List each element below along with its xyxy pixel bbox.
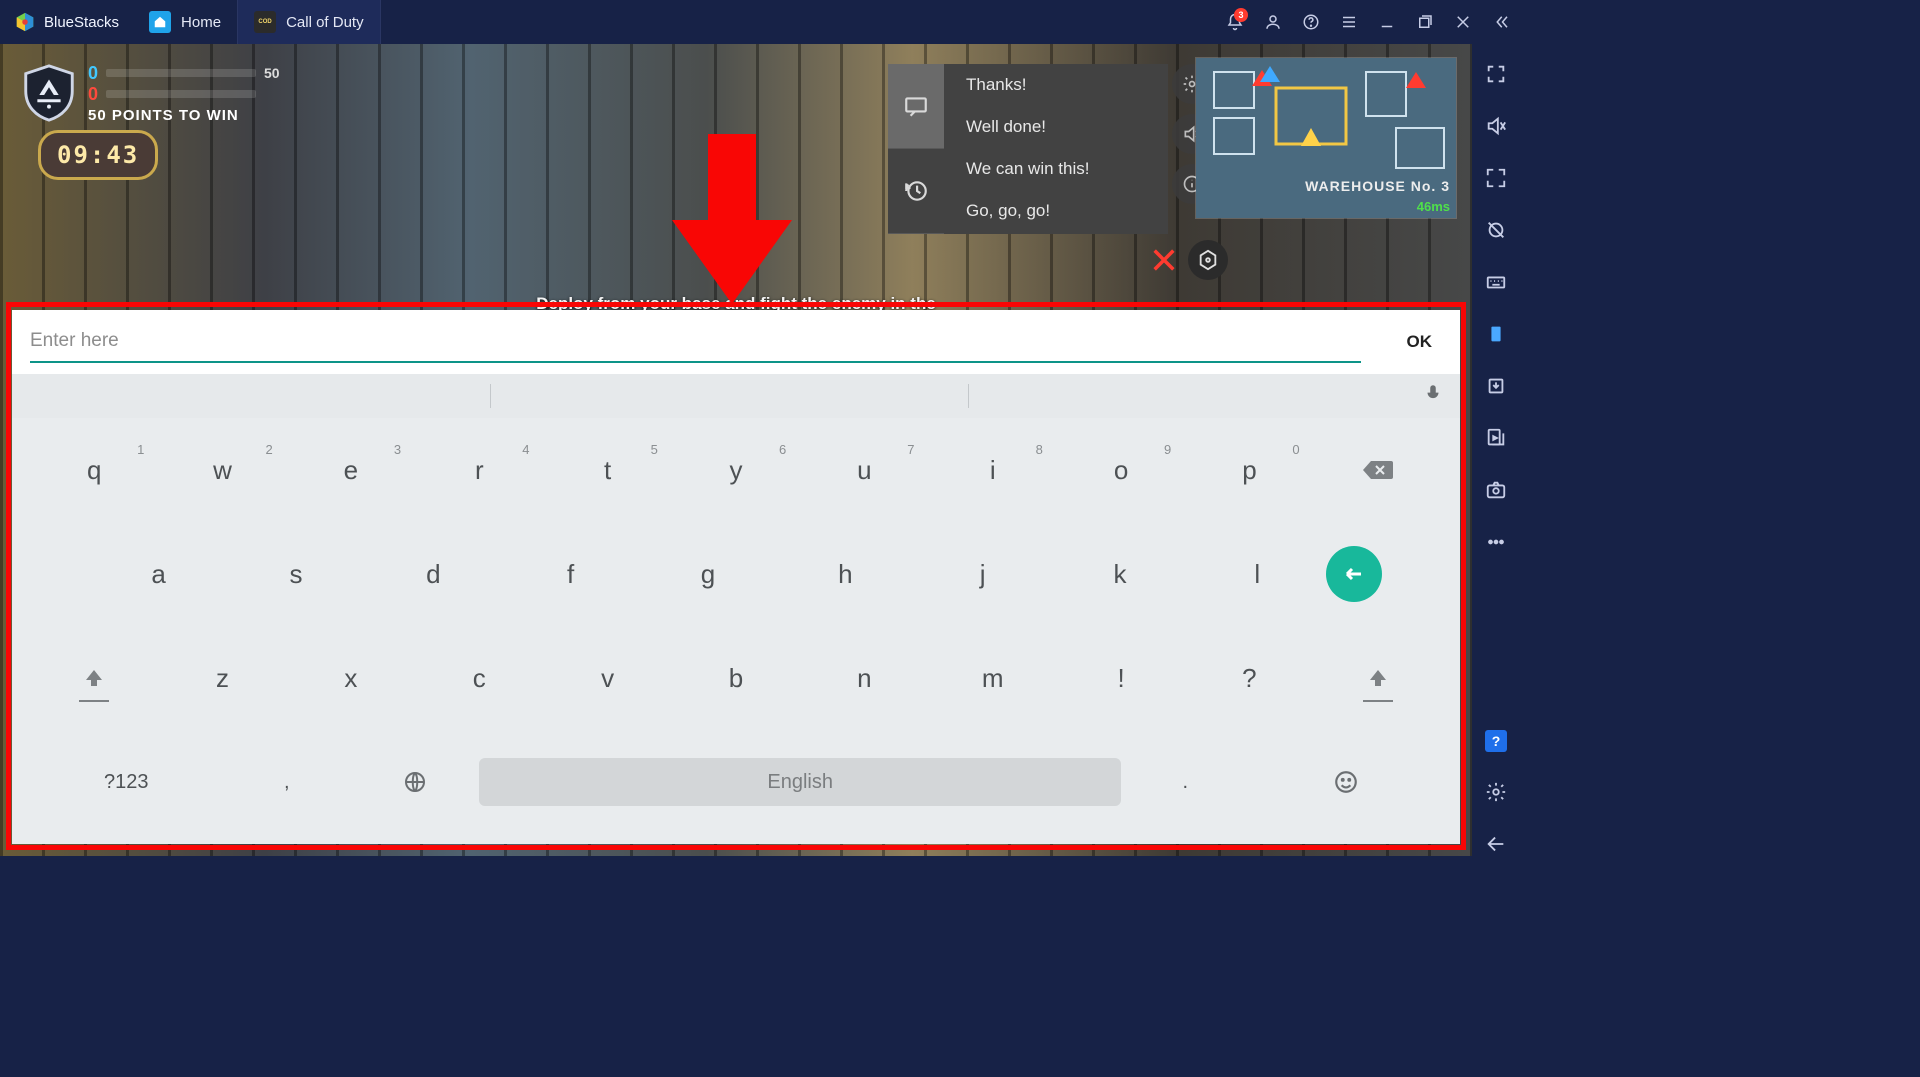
collapse-sidebar-button[interactable] — [1482, 0, 1520, 44]
minimize-button[interactable] — [1368, 0, 1406, 44]
suggestion-bar — [12, 374, 1460, 418]
media-button[interactable] — [1484, 426, 1508, 450]
loadout-button[interactable] — [1188, 240, 1228, 280]
key-s[interactable]: s — [227, 542, 364, 606]
minimap-content — [1196, 58, 1456, 218]
install-apk-button[interactable] — [1484, 374, 1508, 398]
tab-cod-label: Call of Duty — [286, 14, 364, 31]
game-viewport[interactable]: 050 0 50 POINTS TO WIN 09:43 Deploy from… — [0, 44, 1472, 856]
quick-chat-item[interactable]: We can win this! — [944, 148, 1168, 190]
quick-chat-item[interactable]: Well done! — [944, 106, 1168, 148]
brand-name: BlueStacks — [44, 14, 119, 31]
score-hud: 0 50 0 50 POINTS TO WIN — [18, 62, 280, 124]
key-![interactable]: ! — [1057, 646, 1185, 710]
team-shield-icon — [18, 62, 80, 124]
key-f[interactable]: f — [502, 542, 639, 606]
notifications-button[interactable]: 3 — [1216, 0, 1254, 44]
key-j[interactable]: j — [914, 542, 1051, 606]
text-input-bar: OK — [12, 310, 1460, 374]
account-button[interactable] — [1254, 0, 1292, 44]
more-button[interactable] — [1484, 530, 1508, 554]
key-shift-left[interactable] — [30, 646, 158, 710]
minimap[interactable]: WAREHOUSE No. 3 46ms — [1196, 58, 1456, 218]
bluestacks-icon — [14, 11, 36, 33]
tab-call-of-duty[interactable]: COD Call of Duty — [238, 0, 381, 44]
key-k[interactable]: k — [1051, 542, 1188, 606]
keyboard-controls-button[interactable] — [1484, 270, 1508, 294]
team-blue-score: 0 — [88, 63, 98, 84]
screenshot-button[interactable] — [1484, 478, 1508, 502]
home-icon — [149, 11, 171, 33]
key-q[interactable]: q1 — [30, 438, 158, 502]
quick-chat-tab-history[interactable] — [888, 149, 944, 234]
rotate-button[interactable] — [1484, 322, 1508, 346]
target-score: 50 — [264, 65, 280, 81]
key-y[interactable]: y6 — [672, 438, 800, 502]
map-location: WAREHOUSE No. 3 — [1305, 178, 1450, 194]
key-n[interactable]: n — [800, 646, 928, 710]
quick-chat-item[interactable]: Thanks! — [944, 64, 1168, 106]
key-a[interactable]: a — [90, 542, 227, 606]
key-p[interactable]: p0 — [1185, 438, 1313, 502]
title-bar: BlueStacks Home COD Call of Duty 3 — [0, 0, 1520, 44]
restore-button[interactable] — [1406, 0, 1444, 44]
key-language[interactable] — [351, 750, 479, 814]
close-quickchat-button[interactable] — [1146, 242, 1182, 278]
quick-chat-item[interactable]: Go, go, go! — [944, 190, 1168, 232]
tab-home[interactable]: Home — [133, 0, 238, 44]
key-g[interactable]: g — [639, 542, 776, 606]
key-r[interactable]: r4 — [415, 438, 543, 502]
match-timer: 09:43 — [38, 130, 158, 180]
cod-icon: COD — [254, 11, 276, 33]
key-l[interactable]: l — [1189, 542, 1326, 606]
fullscreen-button[interactable] — [1484, 62, 1508, 86]
key-x[interactable]: x — [287, 646, 415, 710]
team-red-score: 0 — [88, 84, 98, 105]
key-u[interactable]: u7 — [800, 438, 928, 502]
key-comma[interactable]: , — [223, 750, 351, 814]
sidebar-help-button[interactable]: ? — [1485, 730, 1507, 752]
key-i[interactable]: i8 — [929, 438, 1057, 502]
text-input[interactable] — [30, 321, 1361, 363]
right-sidebar: ? — [1472, 44, 1520, 856]
help-button[interactable] — [1292, 0, 1330, 44]
settings-sidebar-button[interactable] — [1484, 780, 1508, 804]
key-m[interactable]: m — [929, 646, 1057, 710]
key-symbols[interactable]: ?123 — [30, 750, 223, 814]
tab-home-label: Home — [181, 14, 221, 31]
menu-button[interactable] — [1330, 0, 1368, 44]
key-?[interactable]: ? — [1185, 646, 1313, 710]
key-emoji[interactable] — [1249, 750, 1442, 814]
key-c[interactable]: c — [415, 646, 543, 710]
ok-button[interactable]: OK — [1379, 332, 1461, 352]
notification-badge: 3 — [1234, 8, 1248, 22]
key-t[interactable]: t5 — [543, 438, 671, 502]
location-button[interactable] — [1484, 218, 1508, 242]
volume-button[interactable] — [1484, 114, 1508, 138]
key-backspace[interactable] — [1314, 438, 1442, 502]
app-logo: BlueStacks — [0, 0, 133, 44]
key-w[interactable]: w2 — [158, 438, 286, 502]
on-screen-keyboard: q1w2e3r4t5y6u7i8o9p0 asdfghjkl zxcvbnm!?… — [12, 374, 1460, 844]
key-o[interactable]: o9 — [1057, 438, 1185, 502]
back-button[interactable] — [1484, 832, 1508, 856]
key-shift-right[interactable] — [1314, 646, 1442, 710]
objective-text: 50 POINTS TO WIN — [88, 107, 280, 124]
quick-chat-tab-messages[interactable] — [888, 64, 944, 149]
lock-cursor-button[interactable] — [1484, 166, 1508, 190]
key-v[interactable]: v — [543, 646, 671, 710]
close-button[interactable] — [1444, 0, 1482, 44]
ping-display: 46ms — [1417, 199, 1450, 214]
key-z[interactable]: z — [158, 646, 286, 710]
key-enter[interactable] — [1326, 546, 1382, 602]
mic-button[interactable] — [1422, 383, 1444, 410]
quick-chat-panel: Thanks!Well done!We can win this!Go, go,… — [888, 64, 1168, 234]
key-h[interactable]: h — [777, 542, 914, 606]
key-e[interactable]: e3 — [287, 438, 415, 502]
key-period[interactable]: . — [1121, 750, 1249, 814]
key-d[interactable]: d — [365, 542, 502, 606]
key-b[interactable]: b — [672, 646, 800, 710]
annotation-arrow — [670, 134, 794, 304]
key-space[interactable]: English — [479, 758, 1121, 806]
